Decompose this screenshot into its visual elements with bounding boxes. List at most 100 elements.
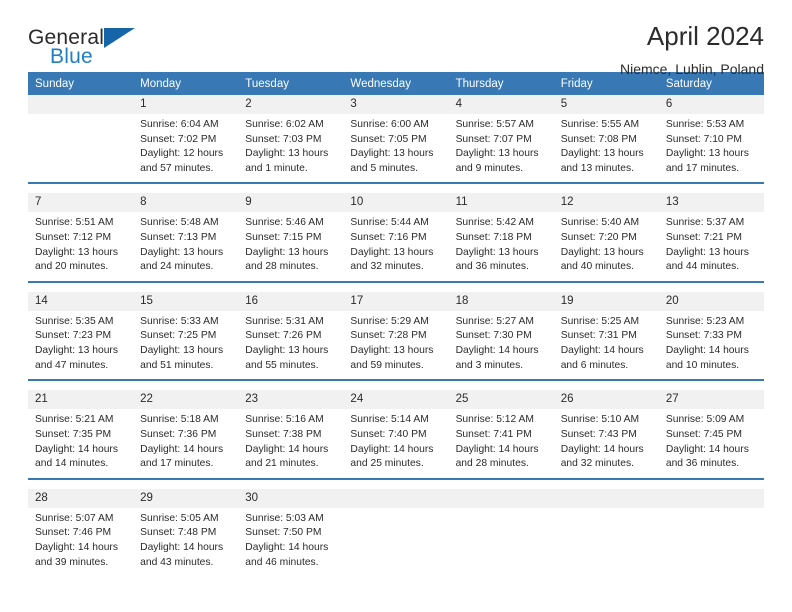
day-number[interactable]: 22 (133, 390, 239, 410)
sunrise-text: Sunrise: 6:04 AM (140, 119, 219, 130)
logo-text-blue: Blue (50, 45, 93, 68)
day-number[interactable]: 15 (133, 291, 239, 311)
day-cell: Sunrise: 5:40 AM Sunset: 7:20 PM Dayligh… (553, 212, 659, 282)
daylight-text-line1: Daylight: 13 hours (665, 148, 749, 160)
sunrise-text: Sunrise: 5:35 AM (35, 315, 114, 327)
daylight-text-line2: and 43 minutes. (140, 556, 214, 568)
sunset-text: Sunset: 7:31 PM (560, 330, 637, 342)
day-number[interactable]: 8 (133, 193, 239, 213)
sunset-text: Sunset: 7:48 PM (140, 527, 217, 539)
day-cell: Sunrise: 5:27 AM Sunset: 7:30 PM Dayligh… (448, 310, 554, 381)
day-number[interactable]: 7 (28, 193, 134, 213)
sunset-text: Sunset: 7:18 PM (455, 232, 532, 244)
day-number (28, 95, 134, 114)
sunrise-text: Sunrise: 5:29 AM (350, 315, 429, 327)
day-number[interactable]: 19 (553, 291, 659, 311)
day-number[interactable]: 1 (133, 95, 239, 114)
week-separator-2 (28, 182, 764, 194)
calendar-body: 1 2 3 4 5 6 Sunrise: 6:04 AM Sunset: 7:0… (28, 95, 764, 577)
general-blue-logo[interactable]: General Blue (28, 26, 148, 74)
day-number[interactable]: 23 (238, 390, 344, 410)
sunrise-text: Sunrise: 5:14 AM (350, 414, 429, 426)
day-number[interactable]: 12 (553, 193, 659, 213)
day-cell: Sunrise: 6:00 AM Sunset: 7:05 PM Dayligh… (343, 114, 449, 184)
daylight-text-line2: and 36 minutes. (665, 458, 740, 470)
daylight-text-line2: and 1 minute. (245, 162, 308, 174)
sunrise-text: Sunrise: 5:53 AM (665, 119, 745, 130)
daylight-text-line2: and 14 minutes. (35, 458, 109, 470)
daylight-text-line2: and 5 minutes. (350, 162, 418, 174)
sunrise-text: Sunrise: 5:10 AM (560, 414, 640, 426)
day-number[interactable]: 17 (343, 291, 449, 311)
weekday-header-monday: Monday (133, 72, 239, 95)
sunset-text: Sunset: 7:20 PM (560, 232, 637, 244)
day-number[interactable]: 14 (28, 291, 134, 311)
day-number[interactable]: 9 (238, 193, 344, 213)
day-number[interactable]: 27 (658, 390, 764, 410)
sunset-text: Sunset: 7:16 PM (350, 232, 427, 244)
sunset-text: Sunset: 7:28 PM (350, 330, 427, 342)
sunset-text: Sunset: 7:03 PM (245, 133, 322, 145)
day-cell: Sunrise: 5:42 AM Sunset: 7:18 PM Dayligh… (448, 212, 554, 282)
sunrise-text: Sunrise: 5:51 AM (35, 217, 114, 229)
daylight-text-line1: Daylight: 14 hours (245, 541, 329, 553)
weekday-header-thursday: Thursday (448, 72, 554, 95)
daylight-text-line1: Daylight: 13 hours (245, 148, 329, 160)
day-cell: Sunrise: 6:04 AM Sunset: 7:02 PM Dayligh… (133, 114, 239, 184)
day-cell: Sunrise: 5:51 AM Sunset: 7:12 PM Dayligh… (28, 212, 134, 282)
day-number[interactable]: 4 (448, 95, 554, 114)
day-number[interactable]: 6 (658, 95, 764, 114)
week-separator-5 (28, 477, 764, 489)
day-number[interactable]: 26 (553, 390, 659, 410)
daylight-text-line1: Daylight: 13 hours (140, 345, 224, 357)
day-number[interactable]: 25 (448, 390, 554, 410)
day-number[interactable]: 3 (343, 95, 449, 114)
day-number[interactable]: 5 (553, 95, 659, 114)
day-number[interactable]: 21 (28, 390, 134, 410)
daylight-text-line2: and 3 minutes. (455, 359, 524, 371)
daylight-text-line1: Daylight: 13 hours (560, 148, 644, 160)
sunrise-text: Sunrise: 5:46 AM (245, 217, 324, 229)
daylight-text-line1: Daylight: 14 hours (35, 443, 118, 455)
day-number[interactable]: 10 (343, 193, 449, 213)
page-header: General Blue April 2024 Niemce, Lublin, … (28, 0, 764, 77)
page-title: April 2024 (646, 21, 764, 51)
day-number[interactable]: 16 (238, 291, 344, 311)
page-subtitle: Niemce, Lublin, Poland (620, 60, 764, 77)
day-number[interactable]: 2 (238, 95, 344, 114)
daylight-text-line2: and 25 minutes. (350, 458, 424, 470)
day-cell: Sunrise: 5:46 AM Sunset: 7:15 PM Dayligh… (238, 212, 344, 282)
day-number[interactable]: 20 (658, 291, 764, 311)
sunset-text: Sunset: 7:26 PM (245, 330, 322, 342)
daylight-text-line2: and 40 minutes. (560, 261, 634, 273)
day-number[interactable]: 30 (238, 488, 344, 508)
sunrise-text: Sunrise: 5:12 AM (455, 414, 534, 426)
sunset-text: Sunset: 7:50 PM (245, 527, 322, 539)
sunset-text: Sunset: 7:35 PM (35, 428, 112, 440)
day-detail-row-2: Sunrise: 5:51 AM Sunset: 7:12 PM Dayligh… (28, 212, 764, 282)
day-number[interactable]: 13 (658, 193, 764, 213)
day-cell: Sunrise: 5:44 AM Sunset: 7:16 PM Dayligh… (343, 212, 449, 282)
daylight-text-line1: Daylight: 14 hours (245, 443, 329, 455)
day-cell: Sunrise: 5:18 AM Sunset: 7:36 PM Dayligh… (133, 409, 239, 479)
daylight-text-line2: and 17 minutes. (665, 162, 740, 174)
sunrise-text: Sunrise: 5:40 AM (560, 217, 640, 229)
sunrise-text: Sunrise: 5:33 AM (140, 315, 219, 327)
day-number[interactable]: 24 (343, 390, 449, 410)
weekday-header-wednesday: Wednesday (343, 72, 449, 95)
sunset-text: Sunset: 7:43 PM (560, 428, 637, 440)
sunset-text: Sunset: 7:08 PM (560, 133, 637, 145)
day-cell: Sunrise: 5:35 AM Sunset: 7:23 PM Dayligh… (28, 310, 134, 381)
daylight-text-line2: and 59 minutes. (350, 359, 424, 371)
day-number[interactable]: 11 (448, 193, 554, 213)
sunrise-text: Sunrise: 5:44 AM (350, 217, 429, 229)
daylight-text-line1: Daylight: 13 hours (35, 246, 118, 258)
day-number[interactable]: 28 (28, 488, 134, 508)
day-number-row-3: 14 15 16 17 18 19 20 (28, 291, 764, 311)
sunrise-text: Sunrise: 5:16 AM (245, 414, 324, 426)
sunrise-text: Sunrise: 5:21 AM (35, 414, 114, 426)
daylight-text-line2: and 47 minutes. (35, 359, 109, 371)
day-number[interactable]: 18 (448, 291, 554, 311)
sunrise-text: Sunrise: 5:25 AM (560, 315, 640, 327)
day-number[interactable]: 29 (133, 488, 239, 508)
